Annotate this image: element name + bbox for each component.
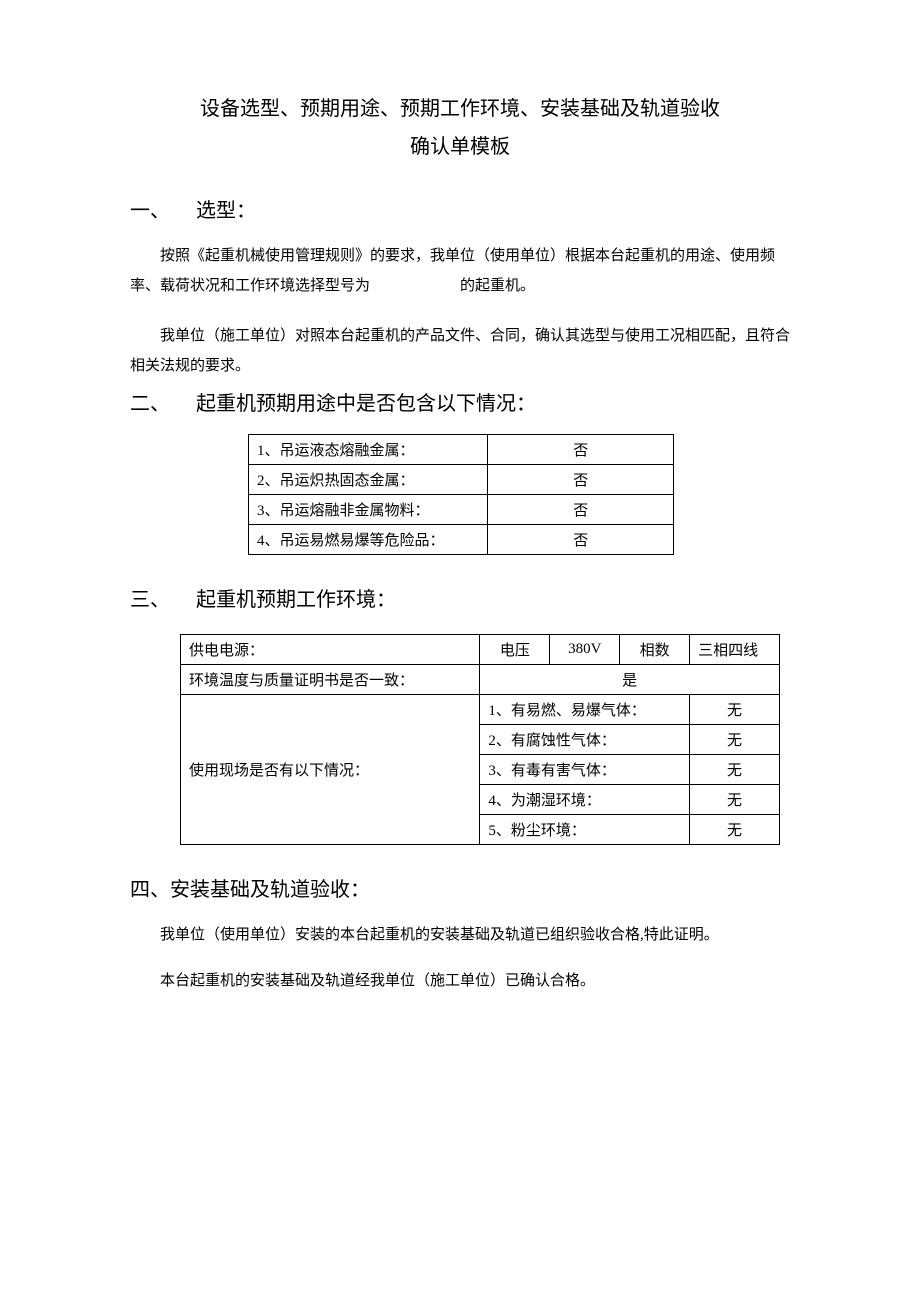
use-row-label: 3、吊运熔融非金属物料： xyxy=(249,495,488,525)
section1-num: 一、 xyxy=(130,194,196,223)
table-row: 1、吊运液态熔融金属： 否 xyxy=(249,435,674,465)
section1-title: 选型： xyxy=(196,200,256,222)
cond-row-value: 无 xyxy=(690,815,780,845)
cond-row-value: 无 xyxy=(690,755,780,785)
cond-row-value: 无 xyxy=(690,695,780,725)
use-row-value: 否 xyxy=(488,525,674,555)
section1-p1-part2: 的起重机。 xyxy=(460,278,535,294)
cond-row-label: 1、有易燃、易爆气体： xyxy=(480,695,690,725)
table-row: 2、吊运炽热固态金属： 否 xyxy=(249,465,674,495)
section3-title: 起重机预期工作环境： xyxy=(196,589,396,611)
cond-row-label: 2、有腐蚀性气体： xyxy=(480,725,690,755)
temp-label: 环境温度与质量证明书是否一致： xyxy=(181,665,480,695)
temp-value: 是 xyxy=(480,665,780,695)
section4-paragraph2: 本台起重机的安装基础及轨道经我单位（施工单位）已确认合格。 xyxy=(130,966,790,996)
section2-num: 二、 xyxy=(130,387,196,416)
section1-heading: 一、选型： xyxy=(130,194,790,223)
cond-row-value: 无 xyxy=(690,725,780,755)
section1-p1-part1: 按照《起重机械使用管理规则》的要求，我单位（使用单位）根据本台起重机的用途、使用… xyxy=(130,248,775,294)
conditions-label: 使用现场是否有以下情况： xyxy=(181,695,480,845)
doc-title-line1: 设备选型、预期用途、预期工作环境、安装基础及轨道验收 xyxy=(130,90,790,128)
cond-row-label: 3、有毒有害气体： xyxy=(480,755,690,785)
section4-title: 安装基础及轨道验收： xyxy=(170,879,370,901)
section4-paragraph1: 我单位（使用单位）安装的本台起重机的安装基础及轨道已组织验收合格,特此证明。 xyxy=(130,920,790,950)
section3-heading: 三、起重机预期工作环境： xyxy=(130,583,790,612)
voltage-value: 380V xyxy=(550,635,620,665)
phase-label: 相数 xyxy=(620,635,690,665)
table-row: 环境温度与质量证明书是否一致： 是 xyxy=(181,665,780,695)
table-row: 供电电源： 电压 380V 相数 三相四线 xyxy=(181,635,780,665)
section2-heading: 二、起重机预期用途中是否包含以下情况： xyxy=(130,387,790,416)
use-row-value: 否 xyxy=(488,465,674,495)
table-row: 3、吊运熔融非金属物料： 否 xyxy=(249,495,674,525)
voltage-label: 电压 xyxy=(480,635,550,665)
cond-row-value: 无 xyxy=(690,785,780,815)
table-row: 4、吊运易燃易爆等危险品： 否 xyxy=(249,525,674,555)
power-label: 供电电源： xyxy=(181,635,480,665)
work-environment-table: 供电电源： 电压 380V 相数 三相四线 环境温度与质量证明书是否一致： 是 … xyxy=(180,634,780,845)
section1-paragraph2: 我单位（施工单位）对照本台起重机的产品文件、合同，确认其选型与使用工况相匹配，且… xyxy=(130,321,790,381)
section4-num: 四、 xyxy=(130,879,170,901)
use-row-label: 4、吊运易燃易爆等危险品： xyxy=(249,525,488,555)
cond-row-label: 4、为潮湿环境： xyxy=(480,785,690,815)
document-page: 设备选型、预期用途、预期工作环境、安装基础及轨道验收 确认单模板 一、选型： 按… xyxy=(0,0,920,1062)
section1-paragraph1: 按照《起重机械使用管理规则》的要求，我单位（使用单位）根据本台起重机的用途、使用… xyxy=(130,241,790,301)
use-row-value: 否 xyxy=(488,495,674,525)
cond-row-label: 5、粉尘环境： xyxy=(480,815,690,845)
use-row-value: 否 xyxy=(488,435,674,465)
intended-use-table: 1、吊运液态熔融金属： 否 2、吊运炽热固态金属： 否 3、吊运熔融非金属物料：… xyxy=(248,434,674,555)
section2-title: 起重机预期用途中是否包含以下情况： xyxy=(196,393,536,415)
use-row-label: 1、吊运液态熔融金属： xyxy=(249,435,488,465)
doc-title-line2: 确认单模板 xyxy=(130,128,790,166)
section4-heading: 四、安装基础及轨道验收： xyxy=(130,873,790,902)
section3-num: 三、 xyxy=(130,583,196,612)
use-row-label: 2、吊运炽热固态金属： xyxy=(249,465,488,495)
phase-value: 三相四线 xyxy=(690,635,780,665)
table-row: 使用现场是否有以下情况： 1、有易燃、易爆气体： 无 xyxy=(181,695,780,725)
